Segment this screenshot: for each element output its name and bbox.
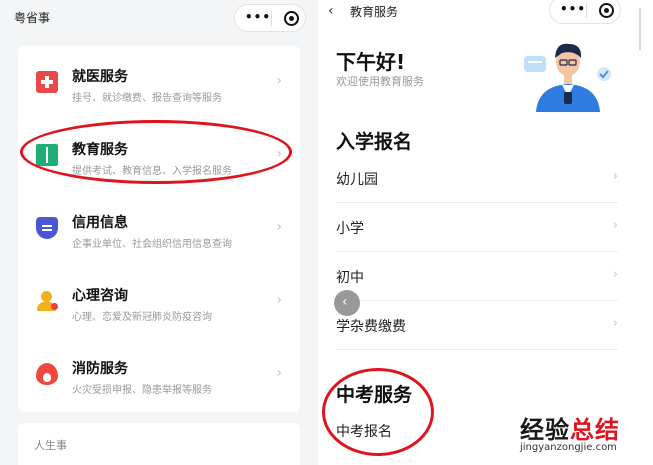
left-page-title: 粤省事 <box>14 11 51 25</box>
enroll-item-fees[interactable]: 学杂费缴费 › <box>336 301 618 350</box>
medical-cross-icon <box>36 71 58 93</box>
right-page-title: 教育服务 <box>350 5 399 19</box>
greeting-text: 下午好! <box>336 50 406 74</box>
watermark-url: jingyanzongjie.com <box>520 442 617 453</box>
service-title: 信用信息 <box>72 215 128 231</box>
right-screen: ‹ 教育服务 ••• 下午好! 欢迎使用教育服务 入学报名 幼儿园 › 小学 ›… <box>318 0 636 465</box>
chevron-right-icon: › <box>612 218 618 233</box>
list-item-label: 学杂费缴费 <box>336 319 406 335</box>
service-title: 消防服务 <box>72 361 128 377</box>
life-events-card[interactable]: 人生事 <box>18 423 300 465</box>
watermark-logo: 经验总结 jingyanzongjie.com <box>520 410 630 460</box>
life-events-label: 人生事 <box>34 439 67 452</box>
service-title: 心理咨询 <box>72 288 128 304</box>
welcome-text: 欢迎使用教育服务 <box>336 75 424 88</box>
list-item-label: 初中 <box>336 270 364 286</box>
service-item-fire[interactable]: 消防服务 火灾受损申报、隐患举报等服务 › <box>18 338 300 410</box>
highlight-oval-exam <box>322 368 434 456</box>
scrollbar[interactable] <box>639 8 641 50</box>
chevron-right-icon: › <box>612 316 618 331</box>
person-icon <box>36 290 58 312</box>
highlight-oval-education <box>20 120 292 184</box>
enroll-section-title: 入学报名 <box>336 131 413 153</box>
left-nav-bar: 粤省事 ••• <box>0 0 318 34</box>
list-item-label: 幼儿园 <box>336 172 378 188</box>
chevron-right-icon: › <box>276 73 282 89</box>
person-head <box>41 291 52 302</box>
more-icon[interactable]: ••• <box>245 10 271 24</box>
service-title: 就医服务 <box>72 69 128 85</box>
close-target-icon[interactable] <box>284 11 299 26</box>
service-description: 挂号、就诊缴费、报告查询等服务 <box>72 93 222 104</box>
enroll-item-junior[interactable]: 初中 › <box>336 252 618 301</box>
flame-icon <box>36 363 58 385</box>
watermark-text: 经验总结 <box>520 416 620 444</box>
right-edge-strip <box>636 0 653 465</box>
back-arrow-icon[interactable]: ‹ <box>328 3 334 19</box>
service-item-credit[interactable]: 信用信息 企事业单位、社会组织信用信息查询 › <box>18 192 300 264</box>
enroll-item-primary[interactable]: 小学 › <box>336 203 618 252</box>
capsule-divider <box>271 11 272 26</box>
close-target-icon[interactable] <box>599 3 614 18</box>
service-item-psychology[interactable]: 心理咨询 心理、恋爱及新冠肺炎防疫咨询 › <box>18 265 300 337</box>
chevron-right-icon: › <box>276 292 282 308</box>
chevron-right-icon: › <box>276 365 282 381</box>
list-item-label: 小学 <box>336 221 364 237</box>
teacher-illustration-icon <box>524 43 611 112</box>
left-screen: 粤省事 ••• 就医服务 挂号、就诊缴费、报告查询等服务 › 教育服务 提供考试… <box>0 0 318 465</box>
service-item-medical[interactable]: 就医服务 挂号、就诊缴费、报告查询等服务 › <box>18 46 300 118</box>
service-description: 心理、恋爱及新冠肺炎防疫咨询 <box>72 312 212 323</box>
service-description: 企事业单位、社会组织信用信息查询 <box>72 239 232 250</box>
person-badge <box>51 303 58 310</box>
chevron-right-icon: › <box>612 267 618 282</box>
mini-program-capsule: ••• <box>549 0 621 24</box>
capsule-divider <box>586 3 587 18</box>
chevron-right-icon: › <box>276 219 282 235</box>
more-icon[interactable]: ••• <box>560 2 586 16</box>
mini-program-capsule: ••• <box>234 4 306 32</box>
enroll-item-kindergarten[interactable]: 幼儿园 › <box>336 154 618 203</box>
chevron-left-icon: ‹ <box>342 294 348 310</box>
service-description: 火灾受损申报、隐患举报等服务 <box>72 385 212 396</box>
chevron-right-icon: › <box>612 169 618 184</box>
shield-icon <box>36 217 58 239</box>
service-list-card: 就医服务 挂号、就诊缴费、报告查询等服务 › 教育服务 提供考试、教育信息、入学… <box>18 46 300 412</box>
floating-back-button[interactable]: ‹ <box>334 290 360 316</box>
